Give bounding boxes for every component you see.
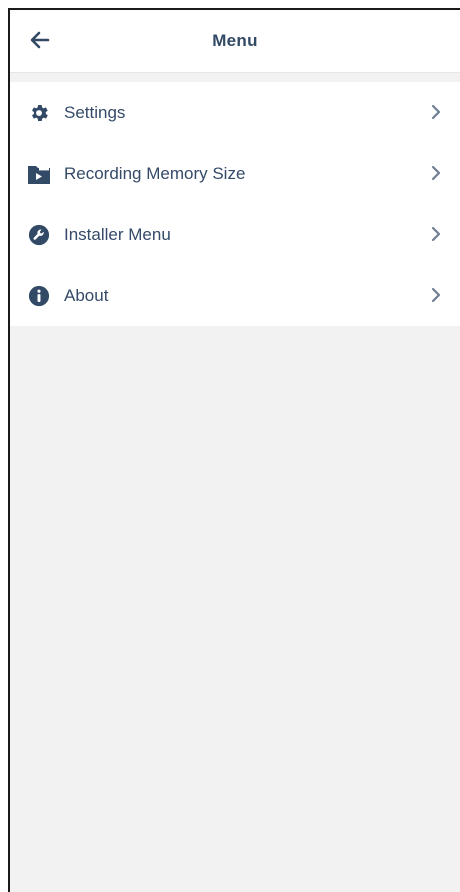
menu-item-label: Recording Memory Size: [64, 163, 246, 183]
chevron-right-icon: [430, 224, 442, 244]
back-button[interactable]: [27, 27, 53, 53]
app-frame: Menu Settings Recording Memory Size Inst…: [8, 8, 460, 892]
menu-item-label: About: [64, 285, 109, 305]
menu-item-label: Installer Menu: [64, 224, 171, 244]
video-folder-icon: [27, 162, 51, 186]
arrow-left-icon: [30, 31, 50, 49]
chevron-right-icon: [430, 285, 442, 305]
menu-list: Settings Recording Memory Size Installer…: [10, 82, 460, 326]
menu-item-settings[interactable]: Settings: [10, 82, 460, 143]
chevron-right-icon: [430, 102, 442, 122]
gear-icon: [27, 101, 51, 125]
page-title: Menu: [212, 31, 258, 50]
info-icon: [27, 284, 51, 308]
menu-item-installer-menu[interactable]: Installer Menu: [10, 204, 460, 265]
menu-item-recording-memory-size[interactable]: Recording Memory Size: [10, 143, 460, 204]
menu-item-label: Settings: [64, 102, 126, 122]
app-header: Menu: [10, 10, 460, 73]
menu-item-about[interactable]: About: [10, 265, 460, 326]
wrench-icon: [27, 223, 51, 247]
chevron-right-icon: [430, 163, 442, 183]
